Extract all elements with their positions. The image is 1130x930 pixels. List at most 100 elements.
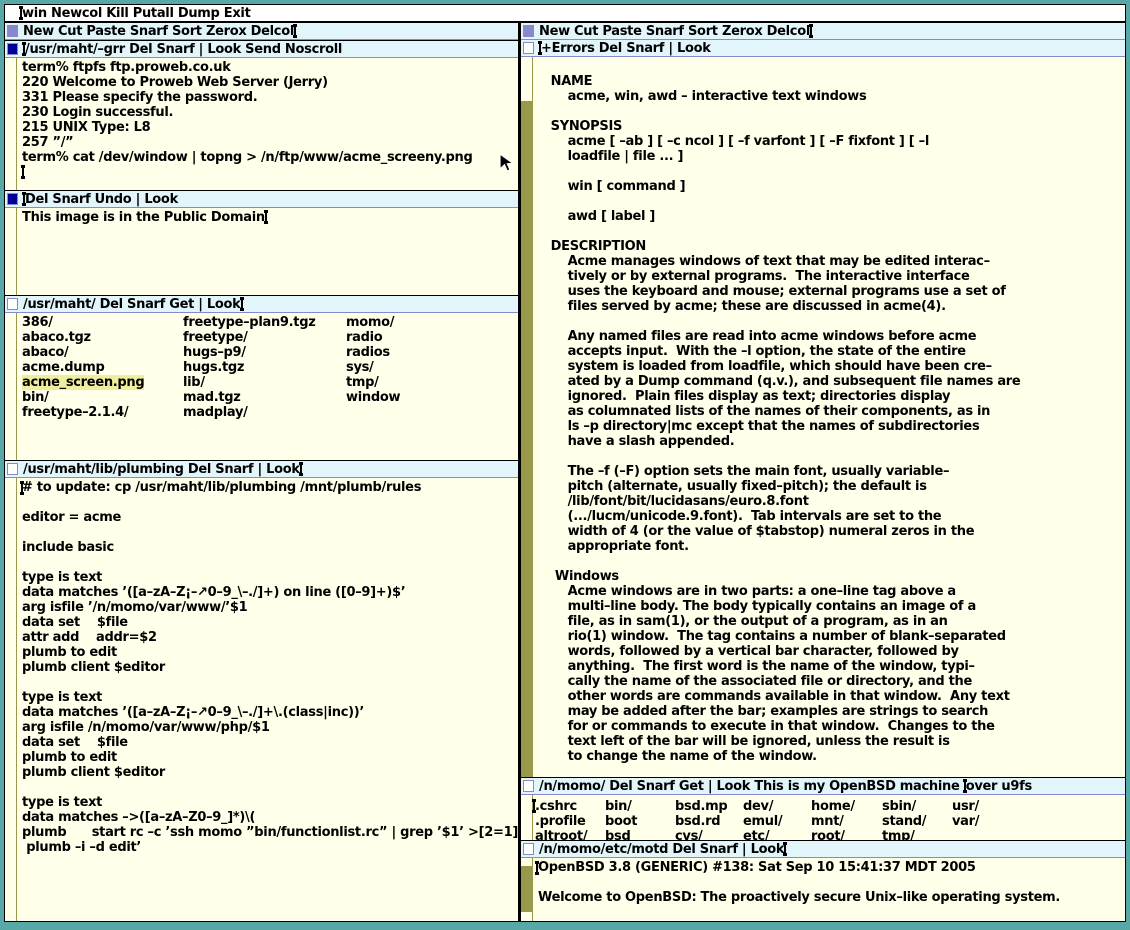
window-momo-dir: /n/momo/ Del Snarf Get | Look This is my…	[521, 778, 1125, 840]
clean-box-icon[interactable]	[7, 463, 18, 475]
file-entry: altroot/	[535, 829, 605, 840]
column-tag-text: New Cut Paste Snarf Sort Zerox Delcol	[539, 24, 810, 39]
file-entry: var/	[952, 814, 1125, 829]
text-caret	[265, 211, 267, 223]
window-plumbing-tag[interactable]: /usr/maht/lib/plumbing Del Snarf | Look	[5, 461, 518, 478]
tag-text: /n/momo/ Del Snarf Get | Look This is my…	[539, 779, 964, 794]
dir-column-1: 386/ abaco.tgz abaco/ acme.dump acme_scr…	[22, 315, 183, 420]
column-left: New Cut Paste Snarf Sort Zerox Delcol /u…	[5, 23, 518, 921]
file-entry: .cshrc	[535, 799, 605, 814]
text-caret	[300, 463, 302, 475]
file-entries: bin/ freetype–2.1.4/	[22, 390, 183, 420]
acme-screen: win Newcol Kill Putall Dump Exit New Cut…	[0, 0, 1130, 930]
file-entry: sbin/	[882, 799, 952, 814]
file-entry-selected-line: acme_screen.png	[22, 375, 183, 390]
directory-listing: .cshrc bin/ bsd.mp dev/ home/ sbin/ usr/…	[533, 795, 1125, 840]
text-caret	[23, 193, 25, 205]
tag-text: /usr/maht/–grr Del Snarf | Look Send Nos…	[25, 42, 342, 57]
scrollbar[interactable]	[5, 313, 17, 460]
window-motd-tag[interactable]: /n/momo/etc/motd Del Snarf | Look	[521, 841, 1125, 858]
file-entry: bsd.rd	[675, 814, 743, 829]
clean-box-icon[interactable]	[523, 780, 534, 792]
text-caret	[539, 42, 541, 54]
file-entry: bsd.mp	[675, 799, 743, 814]
dir-column-3: momo/ radio radios sys/ tmp/ window	[346, 315, 400, 420]
file-entry: emul/	[743, 814, 811, 829]
file-entries: 386/ abaco.tgz abaco/ acme.dump	[22, 315, 183, 375]
window-errors-body[interactable]: NAME acme, win, awd – interactive text w…	[521, 57, 1125, 777]
scrollbar[interactable]	[521, 858, 533, 921]
main-tag-text: win Newcol Kill Putall Dump Exit	[22, 6, 251, 21]
scrollbar[interactable]	[5, 208, 17, 295]
text-caret	[784, 843, 786, 855]
tag-text: /usr/maht/lib/plumbing Del Snarf | Look	[23, 462, 300, 477]
scrollbar-thumb[interactable]	[521, 866, 532, 912]
window-note: Del Snarf Undo | Look This image is in t…	[5, 191, 518, 295]
dirty-box-icon[interactable]	[7, 193, 18, 205]
file-entry: etc/	[743, 829, 811, 840]
file-entry: bsd	[605, 829, 675, 840]
clean-box-icon[interactable]	[7, 298, 18, 310]
file-entry-empty	[952, 829, 1125, 840]
tag-text: Del Snarf Undo | Look	[25, 192, 178, 207]
dirty-box-icon[interactable]	[7, 43, 18, 55]
scrollbar[interactable]	[5, 58, 17, 190]
scrollbar[interactable]	[521, 57, 533, 777]
file-entry: usr/	[952, 799, 1125, 814]
main-tag[interactable]: win Newcol Kill Putall Dump Exit	[5, 5, 1125, 21]
directory-listing: 386/ abaco.tgz abaco/ acme.dump acme_scr…	[17, 313, 518, 420]
mouse-cursor-icon	[499, 153, 519, 173]
dir-column-2: freetype–plan9.tgz freetype/ hugs–p9/ hu…	[183, 315, 346, 420]
text-caret	[964, 780, 966, 792]
file-entry: bin/	[605, 799, 675, 814]
window-home-dir-tag[interactable]: /usr/maht/ Del Snarf Get | Look	[5, 296, 518, 313]
window-terminal: /usr/maht/–grr Del Snarf | Look Send Nos…	[5, 41, 518, 190]
window-momo-dir-tag[interactable]: /n/momo/ Del Snarf Get | Look This is my…	[521, 778, 1125, 795]
man-page-text: NAME acme, win, awd – interactive text w…	[533, 57, 1125, 764]
terminal-output: term% ftpfs ftp.proweb.co.uk 220 Welcome…	[17, 58, 518, 165]
acme-frame: win Newcol Kill Putall Dump Exit New Cut…	[4, 4, 1126, 922]
file-entry: tmp/	[882, 829, 952, 840]
window-home-dir-body[interactable]: 386/ abaco.tgz abaco/ acme.dump acme_scr…	[5, 313, 518, 460]
tag-text: over u9fs	[966, 779, 1032, 794]
window-errors: +Errors Del Snarf | Look NAME acme, win,…	[521, 40, 1125, 777]
window-note-tag[interactable]: Del Snarf Undo | Look	[5, 191, 518, 208]
column-left-tag[interactable]: New Cut Paste Snarf Sort Zerox Delcol	[5, 23, 518, 40]
window-terminal-body[interactable]: term% ftpfs ftp.proweb.co.uk 220 Welcome…	[5, 58, 518, 190]
note-text: This image is in the Public Domain	[22, 210, 265, 225]
window-momo-dir-body[interactable]: .cshrc bin/ bsd.mp dev/ home/ sbin/ usr/…	[521, 795, 1125, 840]
column-layout-box-icon[interactable]	[7, 25, 18, 37]
tag-text: +Errors Del Snarf | Look	[541, 41, 711, 56]
file-entry-selected[interactable]: acme_screen.png	[22, 375, 144, 390]
text-caret	[294, 25, 296, 37]
scrollbar[interactable]	[5, 478, 17, 921]
window-plumbing: /usr/maht/lib/plumbing Del Snarf | Look …	[5, 461, 518, 921]
plumbing-rules-text: # to update: cp /usr/maht/lib/plumbing /…	[17, 478, 518, 855]
text-caret	[20, 7, 22, 19]
text-caret	[810, 25, 812, 37]
file-entry: root/	[811, 829, 882, 840]
tag-text: /usr/maht/ Del Snarf Get | Look	[23, 297, 241, 312]
window-home-dir: /usr/maht/ Del Snarf Get | Look 386/ aba…	[5, 296, 518, 460]
file-entry: dev/	[743, 799, 811, 814]
file-entry: home/	[811, 799, 882, 814]
scrollbar-thumb[interactable]	[521, 57, 532, 101]
column-layout-box-icon[interactable]	[523, 25, 534, 37]
file-entry: stand/	[882, 814, 952, 829]
file-entry: .profile	[535, 814, 605, 829]
clean-box-icon[interactable]	[523, 42, 534, 54]
window-plumbing-body[interactable]: # to update: cp /usr/maht/lib/plumbing /…	[5, 478, 518, 921]
file-entry: cvs/	[675, 829, 743, 840]
text-caret	[22, 166, 24, 178]
file-entry: boot	[605, 814, 675, 829]
column-right-tag[interactable]: New Cut Paste Snarf Sort Zerox Delcol	[521, 23, 1125, 40]
window-errors-tag[interactable]: +Errors Del Snarf | Look	[521, 40, 1125, 57]
window-terminal-tag[interactable]: /usr/maht/–grr Del Snarf | Look Send Nos…	[5, 41, 518, 58]
window-note-body[interactable]: This image is in the Public Domain	[5, 208, 518, 295]
window-motd: /n/momo/etc/motd Del Snarf | Look OpenBS…	[521, 841, 1125, 921]
text-caret	[23, 43, 25, 55]
tag-text: /n/momo/etc/motd Del Snarf | Look	[539, 842, 784, 857]
note-text-line: This image is in the Public Domain	[17, 208, 518, 225]
clean-box-icon[interactable]	[523, 843, 534, 855]
window-motd-body[interactable]: OpenBSD 3.8 (GENERIC) #138: Sat Sep 10 1…	[521, 858, 1125, 921]
